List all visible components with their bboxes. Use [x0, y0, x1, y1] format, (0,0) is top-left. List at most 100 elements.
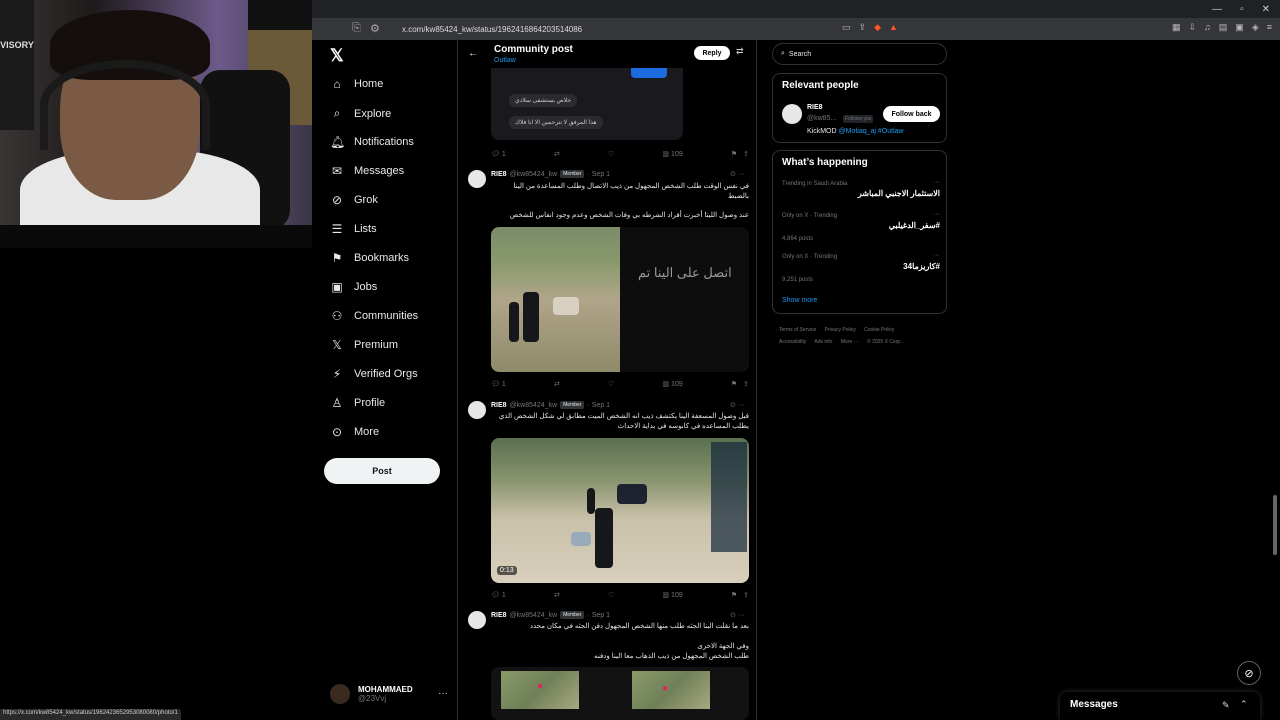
music-icon[interactable]: ♫	[1204, 22, 1211, 33]
person-name[interactable]: RIE8	[807, 104, 823, 111]
search-input[interactable]: ⌕ Search	[772, 43, 947, 65]
back-arrow-icon[interactable]: ←	[468, 48, 478, 59]
author-name[interactable]: RIE8	[491, 171, 507, 178]
author-handle[interactable]: @kw85424_kw	[510, 612, 558, 619]
extensions-icon[interactable]: ▦	[1172, 22, 1181, 33]
footer-link[interactable]: Ads info	[814, 339, 832, 345]
site-settings-icon[interactable]: ⚙	[370, 22, 384, 36]
vpn-icon[interactable]: ◈	[1252, 22, 1259, 33]
views-action[interactable]: ▥ 109	[662, 148, 682, 160]
maximize-icon[interactable]: ▫	[1240, 4, 1244, 15]
retweet-icon[interactable]: ⇄	[554, 378, 560, 390]
sidebar-item-notifications[interactable]: 🔔︎ Notifications	[330, 135, 414, 149]
address-bar[interactable]: ⎘ ⚙ x.com/kw85424_kw/status/196241686420…	[312, 18, 1280, 40]
url-text[interactable]: x.com/kw85424_kw/status/1962416864203514…	[402, 25, 582, 34]
community-link[interactable]: Outlaw	[494, 57, 516, 64]
post-button[interactable]: Post	[324, 458, 440, 484]
more-dots-icon[interactable]: ⊙ ···	[730, 401, 745, 409]
more-dots-icon[interactable]: ···	[438, 688, 448, 699]
footer-link[interactable]: Accessibility	[779, 339, 806, 345]
sidebar-item-grok[interactable]: ⊘ Grok	[330, 193, 378, 207]
tweet[interactable]: RIE8 @kw85424_kw Member · Sep 1 ⊙ ··· في…	[458, 170, 756, 390]
sidebar-item-home[interactable]: ⌂ Home	[330, 77, 383, 91]
like-icon[interactable]: ♡	[608, 378, 614, 390]
more-dots-icon[interactable]: ···	[933, 252, 940, 259]
avatar[interactable]	[468, 611, 486, 629]
trend-item[interactable]: Trending in Saudi Arabia ··· الاستثمار ا…	[782, 179, 940, 198]
reply-action[interactable]: 💬︎ 1	[491, 589, 506, 601]
sidebar-item-messages[interactable]: ✉ Messages	[330, 164, 404, 178]
reply-button[interactable]: Reply	[694, 46, 730, 60]
messages-drawer[interactable]: Messages ✎ ⌃	[1060, 692, 1260, 720]
grok-fab-icon[interactable]: ⊘	[1237, 661, 1261, 685]
tweet[interactable]: RIE8 @kw85424_kw Member · Sep 1 ⊙ ··· قب…	[458, 401, 756, 601]
sidebar-icon[interactable]: ▤	[1219, 22, 1228, 33]
like-icon[interactable]: ♡	[608, 589, 614, 601]
footer-link[interactable]: Privacy Policy	[825, 327, 856, 333]
account-switcher[interactable]: MOHAMMAED @23Vvj ···	[330, 684, 448, 704]
author-name[interactable]: RIE8	[491, 612, 507, 619]
sidebar-item-jobs[interactable]: ▣ Jobs	[330, 280, 377, 294]
footer-link[interactable]: Cookie Policy	[864, 327, 894, 333]
retweet-icon[interactable]: ⇄	[554, 148, 560, 160]
person-handle[interactable]: @kw85...	[807, 115, 836, 122]
follow-back-button[interactable]: Follow back	[883, 106, 940, 122]
scrollbar[interactable]	[1273, 495, 1277, 555]
trend-item[interactable]: Only on X · Trending ··· #كاريزما34 9,25…	[782, 252, 940, 283]
sidebar-item-bookmarks[interactable]: ⚑ Bookmarks	[330, 251, 409, 265]
footer-link[interactable]: More ···	[841, 339, 859, 345]
rewards-icon[interactable]: ▲	[889, 22, 898, 33]
tweet-media[interactable]: ● ●	[491, 667, 749, 720]
brave-shield-icon[interactable]: ◆	[874, 22, 881, 33]
more-dots-icon[interactable]: ···	[933, 211, 940, 218]
menu-icon[interactable]: ≡	[1267, 22, 1272, 33]
more-dots-icon[interactable]: ⊙ ···	[730, 611, 745, 619]
filter-icon[interactable]: ⇄	[736, 46, 744, 57]
wallet-icon[interactable]: ▣	[1235, 22, 1244, 33]
share-icon[interactable]: ⇪	[743, 380, 749, 388]
bio-mention[interactable]: @Motiaq_aj	[839, 128, 876, 135]
bookmark-page-icon[interactable]: ⎘	[352, 22, 366, 36]
bookmark-action[interactable]: ⚑ ⇪	[731, 378, 749, 390]
sidebar-item-communities[interactable]: ⚇ Communities	[330, 309, 419, 323]
sidebar-item-verified-orgs[interactable]: ⚡︎ Verified Orgs	[330, 367, 418, 381]
tweet[interactable]: RIE8 @kw85424_kw Member · Sep 1 ⊙ ··· بع…	[458, 611, 756, 720]
author-name[interactable]: RIE8	[491, 402, 507, 409]
reply-action[interactable]: 💬︎ 1	[491, 378, 506, 390]
footer-link[interactable]: Terms of Service	[779, 327, 816, 333]
avatar[interactable]	[468, 170, 486, 188]
retweet-icon[interactable]: ⇄	[554, 589, 560, 601]
views-action[interactable]: ▥ 109	[662, 378, 682, 390]
like-icon[interactable]: ♡	[608, 148, 614, 160]
expand-icon[interactable]: ⌃	[1240, 699, 1248, 710]
screen-icon[interactable]: ▭	[842, 22, 851, 33]
avatar[interactable]	[468, 401, 486, 419]
close-icon[interactable]: ✕	[1262, 4, 1270, 15]
x-logo-icon[interactable]: 𝕏	[330, 46, 344, 66]
author-handle[interactable]: @kw85424_kw	[510, 402, 558, 409]
author-handle[interactable]: @kw85424_kw	[510, 171, 558, 178]
minimize-icon[interactable]: —	[1212, 4, 1222, 15]
share-icon[interactable]: ⇪	[743, 591, 749, 599]
share-icon[interactable]: ⇪	[859, 22, 867, 33]
views-action[interactable]: ▥ 109	[662, 589, 682, 601]
tweet-date[interactable]: · Sep 1	[587, 612, 610, 619]
sidebar-item-more[interactable]: ⊙ More	[330, 425, 379, 439]
tweet-date[interactable]: · Sep 1	[587, 402, 610, 409]
sidebar-item-profile[interactable]: ♙ Profile	[330, 396, 386, 410]
more-dots-icon[interactable]: ⊙ ···	[730, 170, 745, 178]
chat-screenshot-image[interactable]: خلاص بستشفى سلادي هذا المرفق لا تترحمين …	[491, 68, 683, 140]
bookmark-action[interactable]: ⚑ ⇪	[731, 148, 749, 160]
sidebar-item-lists[interactable]: ☰ Lists	[330, 222, 377, 236]
bio-hashtag[interactable]: #Outlaw	[876, 128, 904, 135]
trend-item[interactable]: Only on X · Trending ··· #سفر_الدغيلبي 4…	[782, 211, 940, 242]
tweet-media[interactable]: اتصل على الينا تم	[491, 227, 749, 372]
tweet-date[interactable]: · Sep 1	[587, 171, 610, 178]
avatar[interactable]	[782, 104, 802, 124]
show-more-link[interactable]: Show more	[782, 297, 817, 304]
share-icon[interactable]: ⇪	[743, 150, 749, 158]
new-message-icon[interactable]: ✎	[1222, 700, 1230, 711]
sidebar-item-explore[interactable]: ⌕ Explore	[330, 106, 392, 121]
reply-action[interactable]: 💬︎ 1	[491, 148, 506, 160]
tweet-video[interactable]: 0:13	[491, 438, 749, 583]
